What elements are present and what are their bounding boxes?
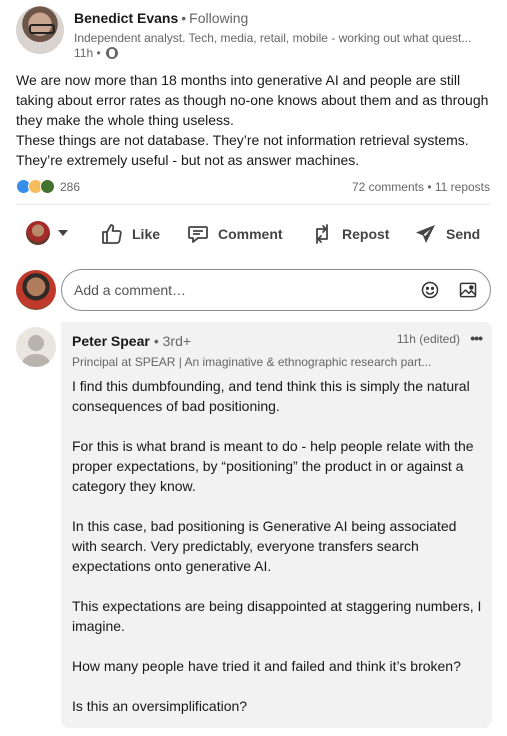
reactions-summary[interactable]: 286 (16, 179, 80, 194)
comment-paragraph: Is this an oversimplification? (72, 698, 248, 714)
comment-time: 11h (edited) (396, 332, 460, 346)
follow-status[interactable]: Following (189, 10, 248, 26)
post-paragraph: We are now more than 18 months into gene… (16, 72, 489, 128)
image-icon[interactable] (458, 280, 478, 300)
repost-icon (316, 224, 328, 244)
action-bar: Like Comment Repost Send (16, 214, 490, 254)
divider (16, 204, 490, 205)
reaction-count[interactable]: 286 (60, 180, 80, 194)
comment-button[interactable]: Comment (186, 214, 283, 254)
author-line: Benedict Evans • Following (74, 10, 248, 26)
connection-degree: • 3rd+ (153, 333, 192, 349)
post-header: Benedict Evans • Following Independent ana… (16, 6, 496, 62)
thumbs-up-icon (102, 224, 122, 244)
post-body: We are now more than 18 months into gene… (16, 70, 490, 170)
current-user-avatar (16, 270, 56, 310)
comment-bubble: Peter Spear • 3rd+ 11h (edited) ••• Princ… (61, 322, 492, 728)
comment-icon (188, 226, 208, 243)
emoji-icon[interactable] (420, 280, 440, 300)
commenter-headline: Principal at SPEAR | An imaginative & et… (72, 355, 432, 369)
more-options-icon[interactable]: ••• (470, 330, 483, 346)
comments-reposts-count[interactable]: 72 comments • 11 reposts (352, 180, 490, 194)
chevron-down-icon (58, 230, 68, 236)
commenter-name[interactable]: Peter Spear (72, 333, 150, 349)
like-button[interactable]: Like (100, 214, 160, 254)
comment-paragraph: In this case, bad positioning is Generat… (72, 518, 457, 574)
celebrate-reaction-icon (40, 179, 55, 194)
comment-paragraph: How many people have tried it and failed… (72, 658, 461, 674)
repost-button[interactable]: Repost (310, 214, 389, 254)
actor-switcher[interactable] (26, 221, 68, 245)
author-name[interactable]: Benedict Evans (74, 10, 178, 26)
add-comment-row: Add a comment… (16, 269, 492, 311)
author-headline: Independent analyst. Tech, media, retail… (74, 31, 472, 45)
globe-icon (105, 47, 118, 59)
like-label: Like (132, 226, 161, 242)
send-icon (416, 225, 435, 243)
send-button[interactable]: Send (414, 214, 480, 254)
actor-avatar (26, 221, 50, 245)
separator-dot: • (181, 10, 187, 26)
post-meta: 11h • (74, 46, 118, 60)
comment-text: I find this dumbfounding, and tend think… (72, 376, 482, 716)
post-time: 11h • (74, 46, 101, 60)
send-label: Send (446, 226, 481, 242)
comment-paragraph: This expectations are being disappointed… (72, 598, 482, 634)
commenter-avatar[interactable] (16, 327, 56, 367)
author-avatar[interactable] (16, 6, 64, 54)
comment-label: Comment (218, 226, 283, 242)
commenter-name-line: Peter Spear • 3rd+ (72, 333, 191, 349)
comment-paragraph: I find this dumbfounding, and tend think… (72, 378, 470, 414)
social-counts: 286 72 comments • 11 reposts (16, 178, 490, 198)
comment-paragraph: For this is what brand is meant to do - … (72, 438, 474, 494)
comment-input-placeholder: Add a comment… (74, 282, 187, 298)
comment-item: Peter Spear • 3rd+ 11h (edited) ••• Princ… (16, 322, 492, 728)
post-paragraph: These things are not database. They’re n… (16, 132, 469, 168)
repost-label: Repost (342, 226, 390, 242)
comment-input[interactable]: Add a comment… (61, 269, 491, 311)
